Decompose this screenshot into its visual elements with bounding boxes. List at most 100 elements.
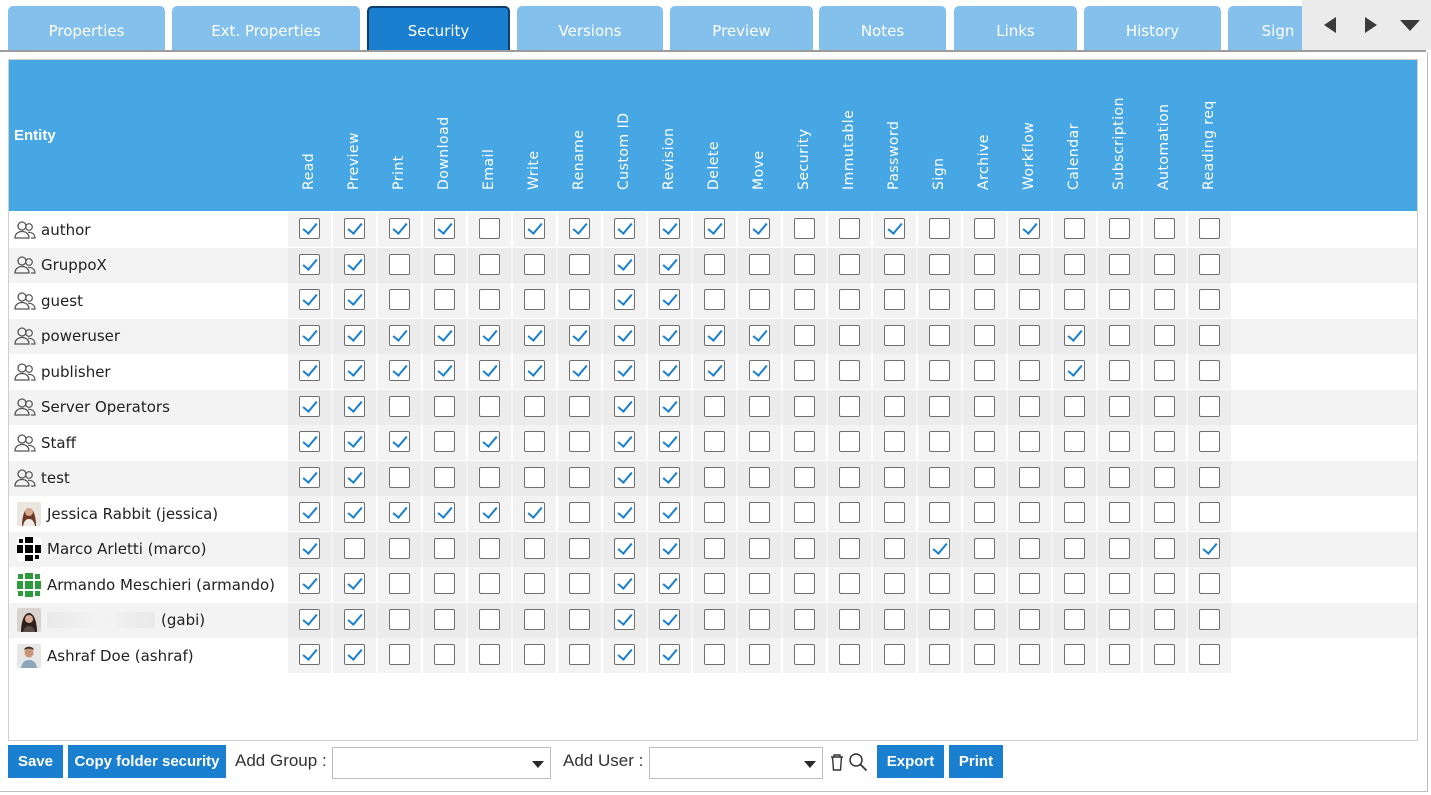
permission-checkbox-archive[interactable]	[974, 466, 995, 488]
permission-checkbox-print[interactable]	[389, 573, 410, 594]
permission-checkbox-custom-id[interactable]	[614, 502, 635, 523]
permission-checkbox-workflow[interactable]	[1019, 218, 1040, 239]
permission-checkbox-delete[interactable]	[704, 395, 725, 417]
permission-checkbox-workflow[interactable]	[1019, 395, 1040, 417]
permission-checkbox-password[interactable]	[884, 253, 905, 275]
permission-checkbox-preview[interactable]	[344, 360, 365, 381]
permission-checkbox-write[interactable]	[524, 608, 545, 630]
permission-checkbox-revision[interactable]	[659, 289, 680, 310]
permission-checkbox-preview[interactable]	[344, 644, 365, 665]
permission-checkbox-immutable[interactable]	[839, 644, 860, 665]
permission-checkbox-security[interactable]	[794, 253, 815, 275]
permission-checkbox-download[interactable]	[434, 289, 455, 310]
permission-checkbox-read[interactable]	[299, 608, 320, 630]
tab-preview[interactable]: Preview	[670, 6, 813, 52]
permission-checkbox-automation[interactable]	[1154, 253, 1175, 275]
permission-checkbox-reading-req[interactable]	[1199, 395, 1220, 417]
permission-checkbox-custom-id[interactable]	[614, 360, 635, 381]
permission-checkbox-custom-id[interactable]	[614, 324, 635, 346]
column-header[interactable]: Custom ID	[614, 66, 634, 206]
permission-checkbox-immutable[interactable]	[839, 360, 860, 381]
permission-checkbox-move[interactable]	[749, 324, 770, 346]
permission-checkbox-calendar[interactable]	[1064, 324, 1085, 346]
permission-checkbox-security[interactable]	[794, 395, 815, 417]
permission-checkbox-read[interactable]	[299, 573, 320, 594]
permission-checkbox-revision[interactable]	[659, 573, 680, 594]
permission-checkbox-subscription[interactable]	[1109, 253, 1130, 275]
entity-column-header[interactable]: Entity	[14, 127, 56, 144]
permission-checkbox-password[interactable]	[884, 537, 905, 559]
permission-checkbox-subscription[interactable]	[1109, 431, 1130, 452]
permission-checkbox-email[interactable]	[479, 573, 500, 594]
permission-checkbox-workflow[interactable]	[1019, 502, 1040, 523]
permission-checkbox-sign[interactable]	[929, 324, 950, 346]
column-header[interactable]: Automation	[1154, 66, 1174, 206]
permission-checkbox-archive[interactable]	[974, 289, 995, 310]
permission-checkbox-print[interactable]	[389, 644, 410, 665]
permission-checkbox-immutable[interactable]	[839, 573, 860, 594]
permission-checkbox-email[interactable]	[479, 644, 500, 665]
permission-checkbox-email[interactable]	[479, 324, 500, 346]
permission-checkbox-workflow[interactable]	[1019, 253, 1040, 275]
permission-checkbox-write[interactable]	[524, 324, 545, 346]
permission-checkbox-revision[interactable]	[659, 324, 680, 346]
permission-checkbox-write[interactable]	[524, 537, 545, 559]
permission-checkbox-read[interactable]	[299, 324, 320, 346]
permission-checkbox-workflow[interactable]	[1019, 537, 1040, 559]
add-group-select[interactable]	[332, 747, 551, 779]
permission-checkbox-subscription[interactable]	[1109, 360, 1130, 381]
permission-checkbox-custom-id[interactable]	[614, 431, 635, 452]
permission-checkbox-calendar[interactable]	[1064, 608, 1085, 630]
triangle-left-icon[interactable]	[1324, 17, 1336, 33]
permission-checkbox-password[interactable]	[884, 573, 905, 594]
permission-checkbox-rename[interactable]	[569, 502, 590, 523]
permission-checkbox-calendar[interactable]	[1064, 537, 1085, 559]
permission-checkbox-workflow[interactable]	[1019, 466, 1040, 488]
permission-checkbox-archive[interactable]	[974, 360, 995, 381]
permission-checkbox-subscription[interactable]	[1109, 537, 1130, 559]
permission-checkbox-archive[interactable]	[974, 324, 995, 346]
permission-checkbox-calendar[interactable]	[1064, 502, 1085, 523]
column-header[interactable]: Preview	[344, 66, 364, 206]
permission-checkbox-immutable[interactable]	[839, 466, 860, 488]
permission-checkbox-print[interactable]	[389, 431, 410, 452]
permission-checkbox-download[interactable]	[434, 218, 455, 239]
permission-checkbox-archive[interactable]	[974, 537, 995, 559]
permission-checkbox-security[interactable]	[794, 218, 815, 239]
triangle-down-icon[interactable]	[1400, 20, 1420, 31]
permission-checkbox-password[interactable]	[884, 466, 905, 488]
permission-checkbox-rename[interactable]	[569, 360, 590, 381]
permission-checkbox-archive[interactable]	[974, 502, 995, 523]
permission-checkbox-rename[interactable]	[569, 253, 590, 275]
permission-checkbox-email[interactable]	[479, 360, 500, 381]
column-header[interactable]: Immutable	[839, 66, 859, 206]
permission-checkbox-subscription[interactable]	[1109, 395, 1130, 417]
permission-checkbox-calendar[interactable]	[1064, 289, 1085, 310]
permission-checkbox-email[interactable]	[479, 218, 500, 239]
permission-checkbox-read[interactable]	[299, 644, 320, 665]
permission-checkbox-rename[interactable]	[569, 608, 590, 630]
permission-checkbox-rename[interactable]	[569, 466, 590, 488]
trash-icon[interactable]	[827, 752, 847, 772]
permission-checkbox-preview[interactable]	[344, 608, 365, 630]
permission-checkbox-revision[interactable]	[659, 466, 680, 488]
permission-checkbox-subscription[interactable]	[1109, 218, 1130, 239]
permission-checkbox-password[interactable]	[884, 395, 905, 417]
column-header[interactable]: Move	[749, 66, 769, 206]
permission-checkbox-write[interactable]	[524, 289, 545, 310]
permission-checkbox-reading-req[interactable]	[1199, 502, 1220, 523]
permission-checkbox-read[interactable]	[299, 395, 320, 417]
permission-checkbox-archive[interactable]	[974, 573, 995, 594]
permission-checkbox-rename[interactable]	[569, 218, 590, 239]
permission-checkbox-move[interactable]	[749, 431, 770, 452]
permission-checkbox-delete[interactable]	[704, 324, 725, 346]
permission-checkbox-print[interactable]	[389, 395, 410, 417]
permission-checkbox-delete[interactable]	[704, 218, 725, 239]
permission-checkbox-automation[interactable]	[1154, 431, 1175, 452]
permission-checkbox-automation[interactable]	[1154, 395, 1175, 417]
column-header[interactable]: Delete	[704, 66, 724, 206]
permission-checkbox-calendar[interactable]	[1064, 644, 1085, 665]
permission-checkbox-download[interactable]	[434, 431, 455, 452]
entity-cell[interactable]: Staff	[13, 425, 283, 460]
column-header[interactable]: Workflow	[1019, 66, 1039, 206]
